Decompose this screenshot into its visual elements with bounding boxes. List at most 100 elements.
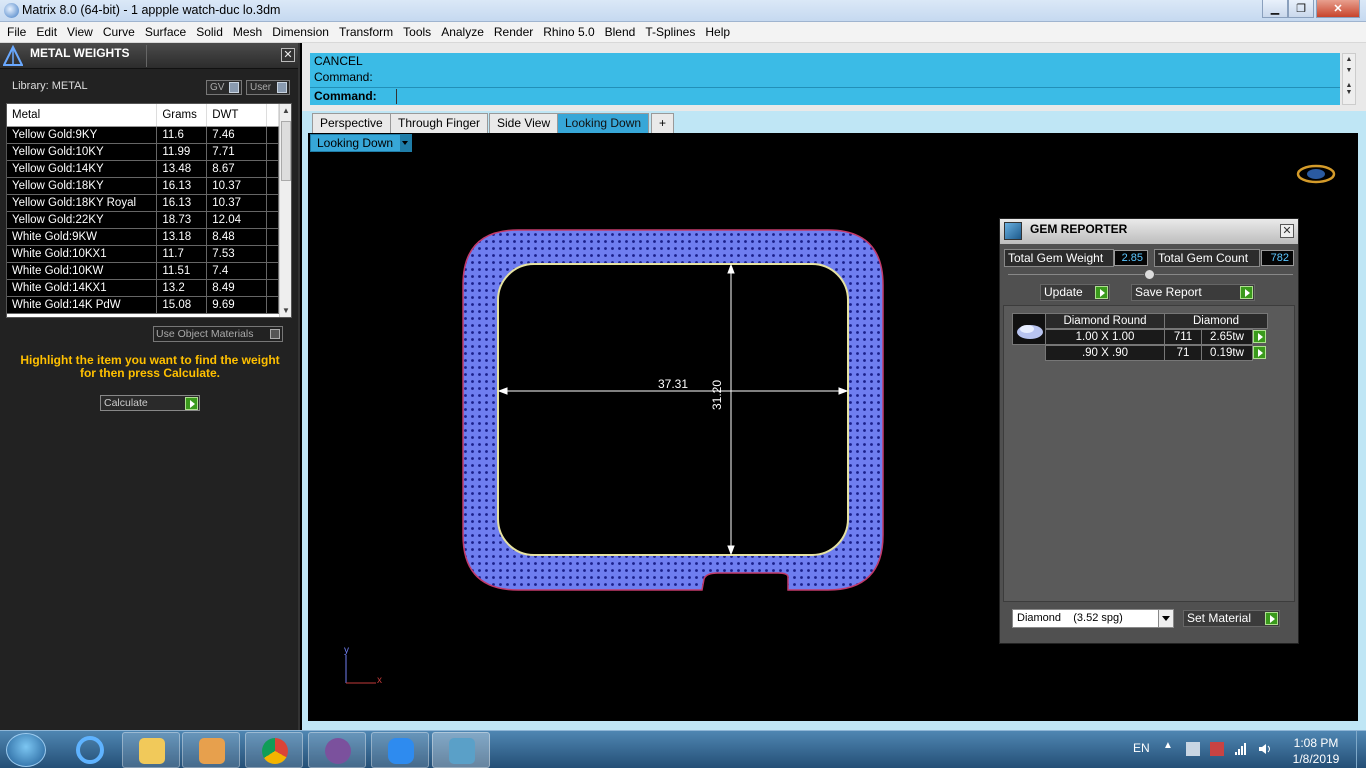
menu-view[interactable]: View [62, 22, 98, 42]
gem-reporter-slider-knob[interactable] [1144, 269, 1155, 280]
set-material-button[interactable]: Set Material [1183, 610, 1280, 627]
tab-looking-down[interactable]: Looking Down [557, 113, 650, 133]
menu-dimension[interactable]: Dimension [267, 22, 334, 42]
gem-type-header: Diamond Round [1045, 313, 1165, 329]
title-bar: Matrix 8.0 (64-bit) - 1 appple watch-duc… [0, 0, 1366, 22]
volume-icon[interactable] [1258, 742, 1272, 756]
viewport-name-label: Looking Down [317, 136, 394, 150]
scroll-down-arrow-icon[interactable]: ▼ [280, 306, 291, 315]
viewport-name-dropdown[interactable]: Looking Down [310, 134, 412, 152]
use-object-materials-toggle[interactable]: Use Object Materials [153, 326, 283, 342]
folder-icon [139, 738, 165, 764]
app-icon [4, 3, 19, 18]
metal-table-row[interactable]: White Gold:14K PdW 15.08 9.69 [7, 296, 279, 314]
metal-table-row[interactable]: Yellow Gold:22KY 18.73 12.04 [7, 211, 279, 229]
metal-table-row[interactable]: Yellow Gold:18KY 16.13 10.37 [7, 177, 279, 195]
show-desktop-button[interactable] [1356, 731, 1366, 768]
language-indicator[interactable]: EN [1133, 741, 1150, 755]
set-material-play-icon[interactable] [1265, 612, 1278, 625]
metal-table-row[interactable]: White Gold:10KW 11.51 7.4 [7, 262, 279, 280]
menu-solid[interactable]: Solid [191, 22, 228, 42]
metal-table-row[interactable]: Yellow Gold:18KY Royal 16.13 10.37 [7, 194, 279, 212]
gem-material-select[interactable]: Diamond (3.52 spg) [1012, 609, 1174, 628]
command-scroll-up-icon[interactable]: ▲ [1343, 56, 1355, 63]
metal-table-row[interactable]: White Gold:10KX1 11.7 7.53 [7, 245, 279, 263]
metal-table-scrollbar[interactable]: ▲ ▼ [279, 104, 291, 317]
taskbar-ie[interactable] [62, 732, 118, 768]
metal-panel-close-button[interactable]: ✕ [281, 48, 295, 62]
command-input[interactable] [396, 89, 1336, 104]
viber-icon [325, 738, 351, 764]
menu-edit[interactable]: Edit [31, 22, 62, 42]
start-button[interactable] [6, 733, 46, 767]
col-grams-header[interactable]: Grams [156, 104, 208, 127]
metal-table-row[interactable]: Yellow Gold:9KY 11.6 7.46 [7, 126, 279, 144]
menu-analyze[interactable]: Analyze [436, 22, 489, 42]
menu-transform[interactable]: Transform [334, 22, 398, 42]
menu-curve[interactable]: Curve [98, 22, 140, 42]
add-tab-button[interactable]: + [651, 113, 675, 133]
taskbar-viber[interactable] [308, 732, 366, 768]
update-play-icon[interactable] [1095, 286, 1108, 299]
col-dwt-header[interactable]: DWT [206, 104, 268, 127]
view-orientation-icon[interactable] [1296, 164, 1336, 184]
taskbar-media[interactable] [182, 732, 240, 768]
gem-reporter-close-button[interactable]: ✕ [1280, 224, 1294, 238]
taskbar-zalo[interactable] [371, 732, 429, 768]
command-history: CANCEL Command: [310, 53, 1340, 87]
metal-table-row[interactable]: White Gold:14KX1 13.2 8.49 [7, 279, 279, 297]
save-report-play-icon[interactable] [1240, 286, 1253, 299]
chrome-icon [262, 738, 288, 764]
calculate-play-icon[interactable] [185, 397, 198, 410]
save-report-button[interactable]: Save Report [1131, 284, 1255, 301]
menu-tools[interactable]: Tools [398, 22, 436, 42]
taskbar-matrix[interactable] [432, 732, 490, 768]
tab-perspective[interactable]: Perspective [312, 113, 391, 133]
tab-through-finger[interactable]: Through Finger [390, 113, 489, 133]
col-metal-header[interactable]: Metal [7, 104, 158, 127]
calculate-button[interactable]: Calculate [100, 395, 200, 411]
metal-name-cell: Yellow Gold:10KY [7, 143, 158, 161]
menu-tsplines[interactable]: T-Splines [640, 22, 700, 42]
user-toggle[interactable]: User [246, 80, 290, 95]
tray-clock[interactable]: 1:08 PM 1/8/2019 [1288, 735, 1344, 767]
maximize-button[interactable]: ❐ [1288, 0, 1314, 18]
update-label: Update [1044, 285, 1083, 299]
menu-rhino5[interactable]: Rhino 5.0 [538, 22, 599, 42]
scroll-up-arrow-icon[interactable]: ▲ [280, 106, 291, 115]
menu-blend[interactable]: Blend [600, 22, 641, 42]
menu-mesh[interactable]: Mesh [228, 22, 267, 42]
command-scroll-updown-icon[interactable]: ▲ ▼ [1343, 82, 1355, 96]
gem-reporter-header: GEM REPORTER ✕ [1000, 219, 1298, 244]
metal-table-row[interactable]: White Gold:9KW 13.18 8.48 [7, 228, 279, 246]
menu-file[interactable]: File [2, 22, 31, 42]
menu-surface[interactable]: Surface [140, 22, 191, 42]
action-center-flag-icon[interactable] [1186, 742, 1200, 756]
metal-row-spacer [266, 228, 279, 246]
gem-weight-cell: 2.65tw [1201, 329, 1253, 345]
menu-help[interactable]: Help [700, 22, 735, 42]
network-signal-icon[interactable] [1234, 742, 1248, 756]
gem-size-cell[interactable]: .90 X .90 [1045, 345, 1165, 361]
taskbar-chrome[interactable] [245, 732, 303, 768]
tray-show-hidden-icon[interactable]: ▲ [1163, 740, 1173, 751]
menu-render[interactable]: Render [489, 22, 538, 42]
antivirus-icon[interactable] [1210, 742, 1224, 756]
minimize-button[interactable]: ▁ [1262, 0, 1288, 18]
command-scroll-down-icon[interactable]: ▼ [1343, 67, 1355, 74]
update-button[interactable]: Update [1040, 284, 1110, 301]
gem-size-cell[interactable]: 1.00 X 1.00 [1045, 329, 1165, 345]
gem-row-select-icon[interactable] [1253, 330, 1266, 343]
gem-row-select-icon[interactable] [1253, 346, 1266, 359]
taskbar-explorer[interactable] [122, 732, 180, 768]
scroll-thumb[interactable] [281, 121, 291, 181]
grams-cell: 11.99 [156, 143, 208, 161]
matrix-logo-icon [3, 45, 23, 66]
metal-table-row[interactable]: Yellow Gold:14KY 13.48 8.67 [7, 160, 279, 178]
command-scrollbar[interactable]: ▲ ▼ ▲ ▼ [1342, 53, 1356, 105]
metal-row-spacer [266, 194, 279, 212]
gv-toggle[interactable]: GV [206, 80, 242, 95]
metal-table-row[interactable]: Yellow Gold:10KY 11.99 7.71 [7, 143, 279, 161]
close-button[interactable]: ✕ [1316, 0, 1360, 18]
tab-side-view[interactable]: Side View [489, 113, 559, 133]
